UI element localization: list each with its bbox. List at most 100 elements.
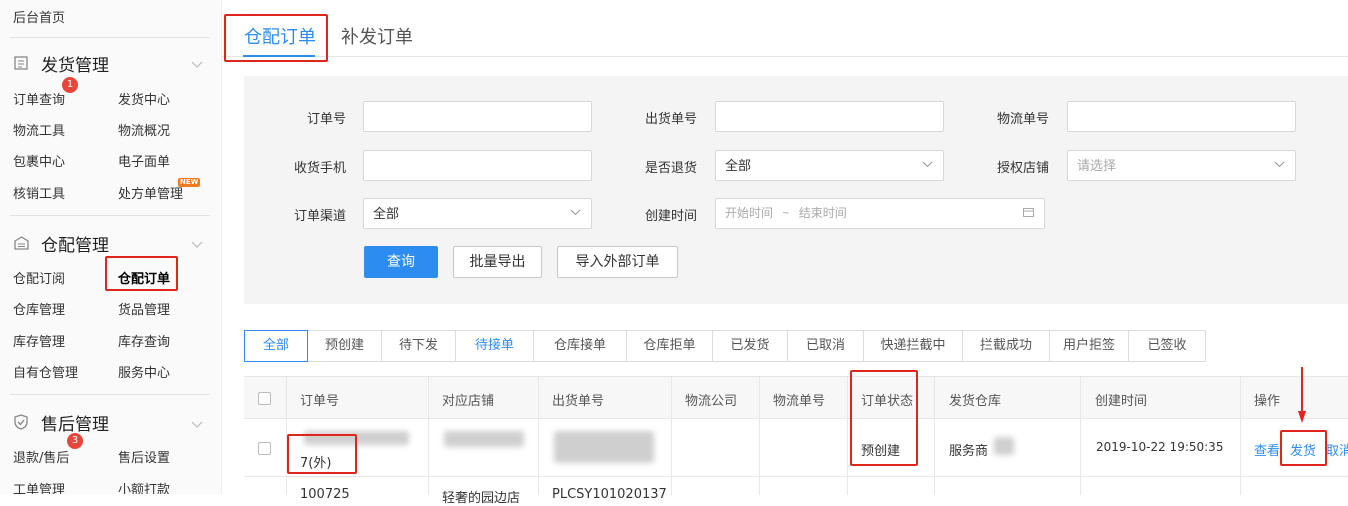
shield-check-icon xyxy=(13,414,29,430)
col-logistics-company: 物流公司 xyxy=(685,394,738,409)
redacted-text xyxy=(444,431,524,447)
col-created: 创建时间 xyxy=(1095,394,1148,409)
import-button[interactable]: 导入外部订单 xyxy=(557,246,678,278)
highlight-box xyxy=(105,256,178,291)
export-button[interactable]: 批量导出 xyxy=(453,246,542,278)
status-tab-wh-accepted[interactable]: 仓库接单 xyxy=(533,330,627,362)
divider xyxy=(10,37,210,38)
sidebar-item-verify-tools[interactable]: 核销工具 xyxy=(13,183,65,202)
col-store: 对应店铺 xyxy=(442,394,495,409)
sidebar-item-package-center[interactable]: 包裹中心 xyxy=(13,151,65,170)
chevron-down-icon xyxy=(570,199,581,228)
column-divider xyxy=(759,377,760,495)
section-shipping[interactable]: 发货管理 xyxy=(13,51,109,76)
sidebar-item-order-query[interactable]: 订单查询 xyxy=(13,89,65,108)
end-date-placeholder: 结束时间 xyxy=(798,206,847,220)
view-link[interactable]: 查看 xyxy=(1254,440,1280,459)
divider xyxy=(10,215,210,216)
store-select[interactable]: 请选择 xyxy=(1067,150,1296,181)
tab-reissue-orders[interactable]: 补发订单 xyxy=(341,23,413,49)
order-no-cell: 100725 xyxy=(300,487,350,502)
status-tab-all[interactable]: 全部 xyxy=(244,330,308,362)
notification-badge: 3 xyxy=(67,433,83,449)
sidebar-item-stock-mgmt[interactable]: 库存管理 xyxy=(13,331,65,350)
sidebar-item-refunds[interactable]: 退款/售后 xyxy=(13,447,69,466)
sidebar-item-logistics-overview[interactable]: 物流概况 xyxy=(118,120,170,139)
status-tab-intercepted[interactable]: 拦截成功 xyxy=(962,330,1050,362)
chevron-down-icon[interactable] xyxy=(191,418,203,430)
returned-value: 全部 xyxy=(725,158,752,173)
orders-table: 订单号 对应店铺 出货单号 物流公司 物流单号 订单状态 发货仓库 创建时间 操… xyxy=(244,376,1348,506)
cancel-link[interactable]: 取消 xyxy=(1326,440,1348,459)
sidebar-item-after-settings[interactable]: 售后设置 xyxy=(118,447,170,466)
sidebar-item-e-waybill[interactable]: 电子面单 xyxy=(118,151,170,170)
sidebar-item-prescription[interactable]: 处方单管理 xyxy=(118,183,183,202)
sidebar-item-logistics-tools[interactable]: 物流工具 xyxy=(13,120,65,139)
row-divider xyxy=(244,476,1348,477)
section-after-sales[interactable]: 售后管理 xyxy=(13,410,109,435)
status-tab-shipped[interactable]: 已发货 xyxy=(712,330,788,362)
sidebar-item-small-payment[interactable]: 小额打款 xyxy=(118,479,170,494)
out-no-label: 出货单号 xyxy=(644,112,697,127)
date-separator: ~ xyxy=(782,206,790,220)
column-divider xyxy=(1240,377,1241,495)
sidebar-item-own-warehouse[interactable]: 自有仓管理 xyxy=(13,362,78,381)
chevron-down-icon[interactable] xyxy=(191,238,203,250)
section-title: 发货管理 xyxy=(41,55,109,76)
status-tab-refused[interactable]: 用户拒签 xyxy=(1049,330,1129,362)
warehouse-icon xyxy=(13,235,29,251)
returned-label: 是否退货 xyxy=(644,161,697,176)
status-tab-signed[interactable]: 已签收 xyxy=(1128,330,1206,362)
status-tab-intercepting[interactable]: 快递拦截中 xyxy=(863,330,963,362)
arrow-down-icon xyxy=(1298,367,1306,423)
date-range-input[interactable]: 开始时间 ~ 结束时间 xyxy=(715,198,1045,229)
column-divider xyxy=(1080,377,1081,495)
warehouse-cell: 服务商 xyxy=(949,444,989,459)
new-tag: NEW xyxy=(178,178,201,187)
start-date-placeholder: 开始时间 xyxy=(725,206,774,220)
select-all-checkbox[interactable] xyxy=(258,392,271,405)
chevron-down-icon[interactable] xyxy=(191,58,203,70)
status-tab-wh-rejected[interactable]: 仓库拒单 xyxy=(626,330,713,362)
section-title: 仓配管理 xyxy=(41,235,109,256)
status-tabs: 全部 预创建 待下发 待接单 仓库接单 仓库拒单 已发货 已取消 快递拦截中 拦… xyxy=(244,330,1206,362)
status-tab-pending-accept[interactable]: 待接单 xyxy=(455,330,534,362)
logistics-no-input[interactable] xyxy=(1067,101,1296,132)
status-tab-cancelled[interactable]: 已取消 xyxy=(787,330,864,362)
sidebar-home[interactable]: 后台首页 xyxy=(13,7,65,26)
status-tab-pending-issue[interactable]: 待下发 xyxy=(381,330,456,362)
highlight-box xyxy=(287,434,357,474)
channel-label: 订单渠道 xyxy=(293,209,346,224)
created-label: 创建时间 xyxy=(644,209,697,224)
order-no-input[interactable] xyxy=(363,101,592,132)
sidebar-item-goods-mgmt[interactable]: 货品管理 xyxy=(118,299,170,318)
col-warehouse: 发货仓库 xyxy=(949,394,1002,409)
sidebar-item-service-center[interactable]: 服务中心 xyxy=(118,362,170,381)
sidebar-item-ship-center[interactable]: 发货中心 xyxy=(118,89,170,108)
column-divider xyxy=(428,377,429,495)
store-cell: 轻奢的园边店 xyxy=(442,491,521,506)
chevron-down-icon xyxy=(922,151,933,180)
section-title: 售后管理 xyxy=(41,414,109,435)
status-tab-precreate[interactable]: 预创建 xyxy=(307,330,382,362)
sidebar-item-wh-subscribe[interactable]: 仓配订阅 xyxy=(13,268,65,287)
sidebar-item-stock-query[interactable]: 库存查询 xyxy=(118,331,170,350)
redacted-text xyxy=(554,431,654,463)
sidebar-item-tickets[interactable]: 工单管理 xyxy=(13,479,65,494)
section-warehouse[interactable]: 仓配管理 xyxy=(13,231,109,256)
highlight-box xyxy=(850,370,918,466)
column-divider xyxy=(934,377,935,495)
out-no-input[interactable] xyxy=(715,101,944,132)
phone-input[interactable] xyxy=(363,150,592,181)
list-icon xyxy=(13,55,29,71)
out-no-cell: PLCSY101020137 xyxy=(552,487,667,502)
channel-select[interactable]: 全部 xyxy=(363,198,592,229)
returned-select[interactable]: 全部 xyxy=(715,150,944,181)
column-divider xyxy=(671,377,672,495)
redacted-text xyxy=(994,437,1014,455)
query-button[interactable]: 查询 xyxy=(364,246,438,278)
store-placeholder: 请选择 xyxy=(1077,158,1117,173)
chevron-down-icon xyxy=(1274,151,1285,180)
row-checkbox[interactable] xyxy=(258,442,271,455)
sidebar-item-warehouse-mgmt[interactable]: 仓库管理 xyxy=(13,299,65,318)
